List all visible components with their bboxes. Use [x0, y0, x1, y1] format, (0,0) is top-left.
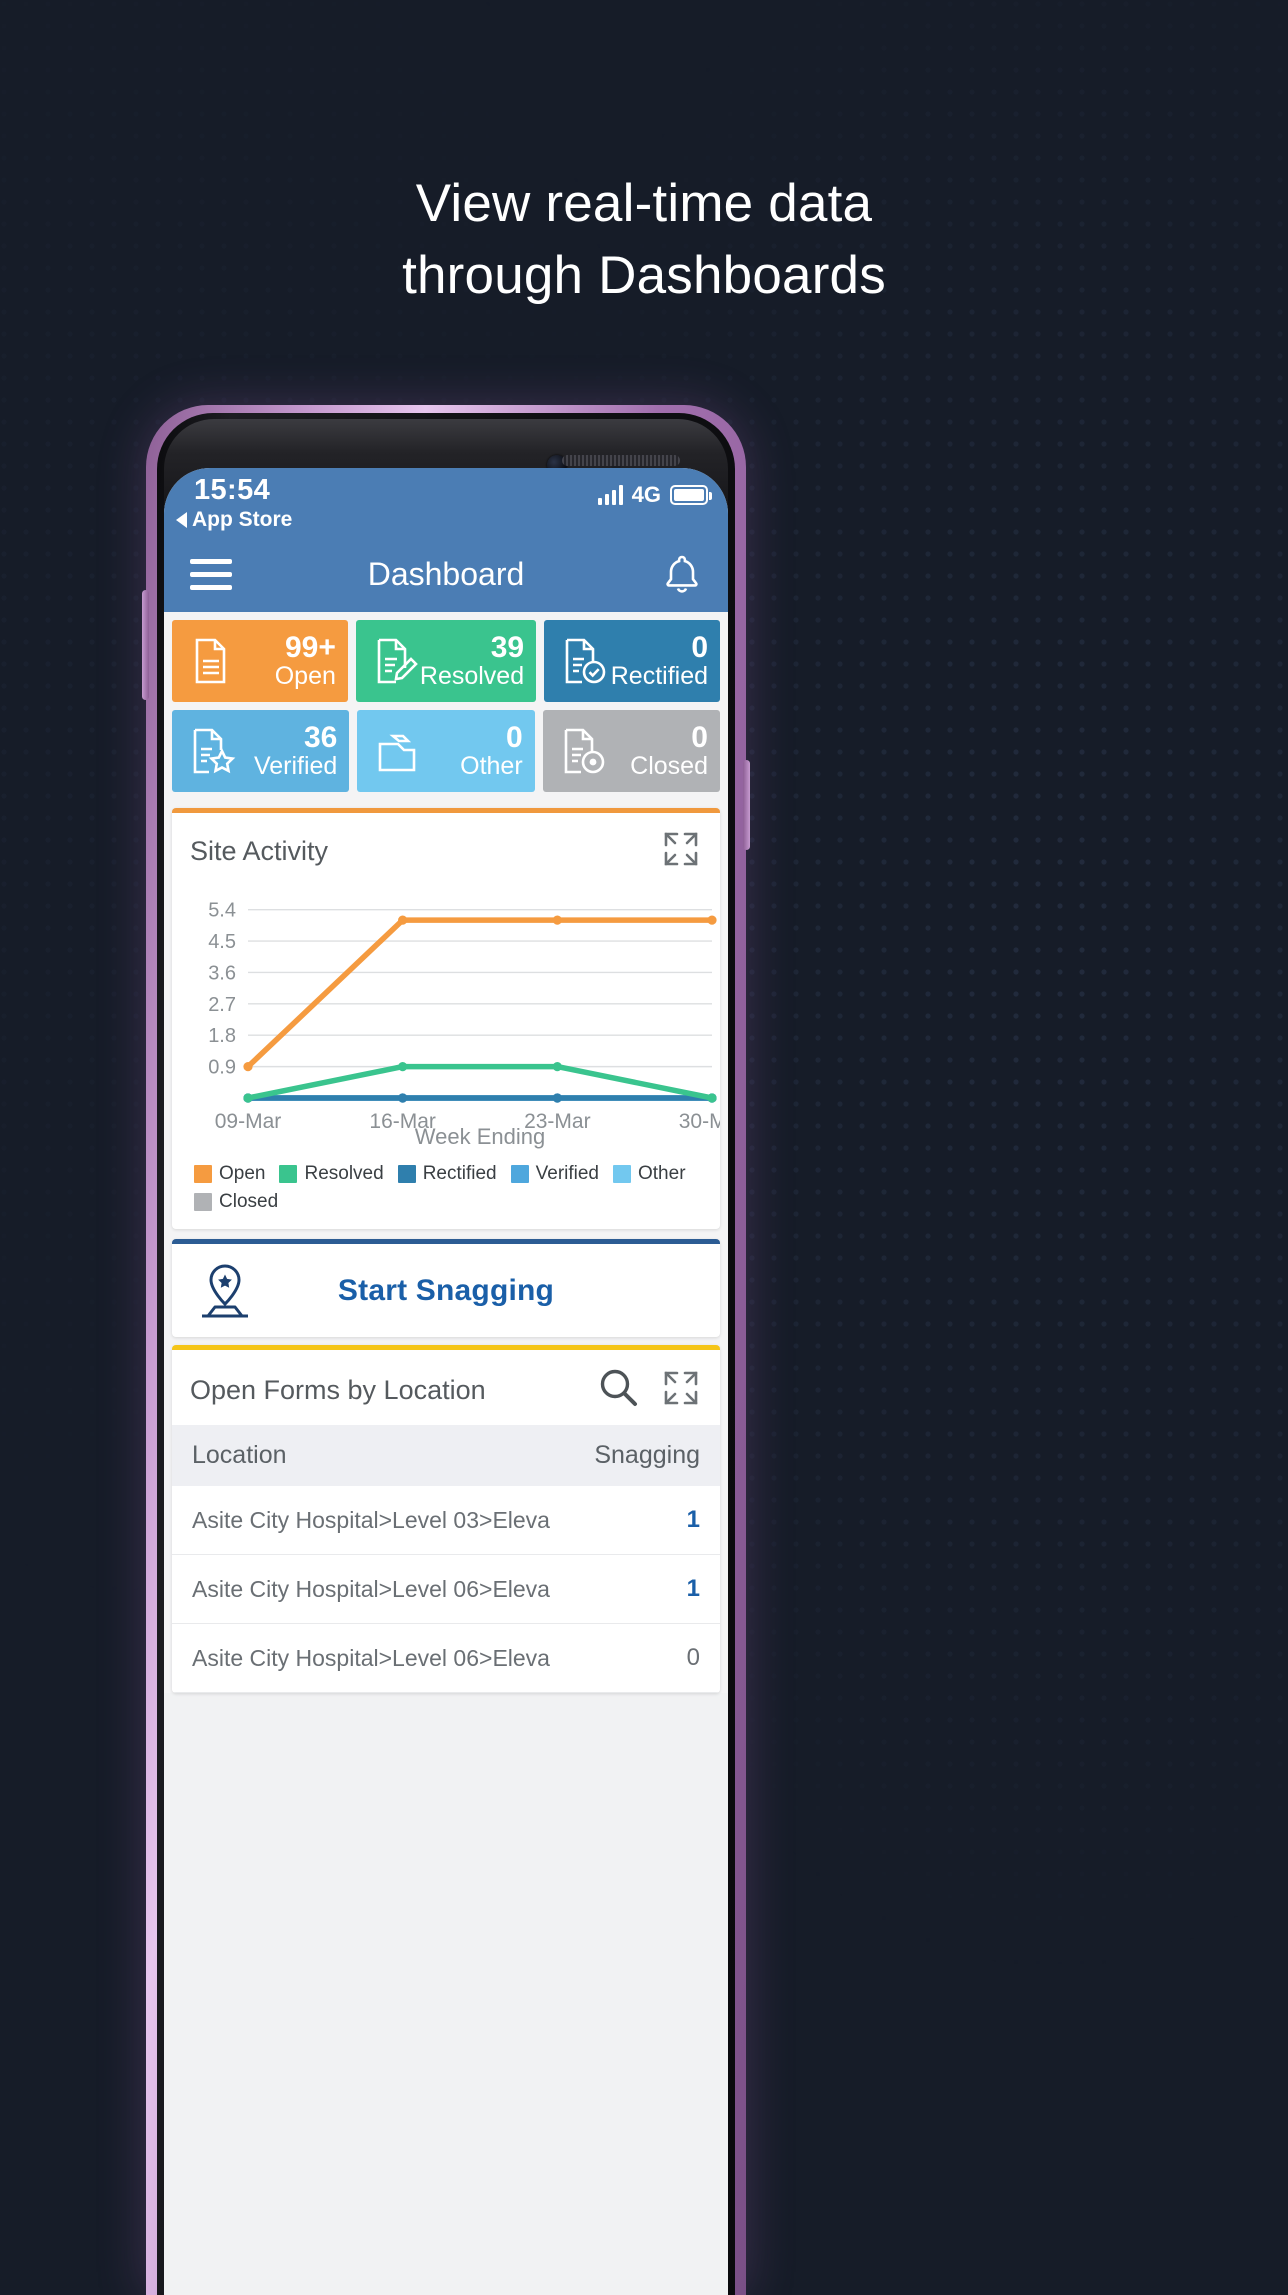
- table-row[interactable]: Asite City Hospital>Level 03>Elevator (3…: [172, 1486, 720, 1555]
- stat-cards-row-1: 99+ Open 39 Resolved 0 Rectified: [164, 620, 728, 710]
- legend-label: Other: [638, 1163, 686, 1184]
- stat-card-closed[interactable]: 0 Closed: [542, 710, 720, 792]
- stat-card-resolved[interactable]: 39 Resolved: [355, 620, 537, 702]
- legend-label: Closed: [219, 1191, 279, 1212]
- svg-text:Week Ending: Week Ending: [415, 1124, 545, 1149]
- site-activity-header: Site Activity: [172, 813, 720, 884]
- document-edit-icon: [368, 634, 420, 688]
- stat-card-other[interactable]: 0 Other: [357, 710, 535, 792]
- app-navbar: Dashboard: [164, 536, 728, 612]
- power-button[interactable]: [743, 760, 750, 850]
- svg-text:09-Mar: 09-Mar: [215, 1110, 282, 1133]
- expand-icon[interactable]: [660, 1368, 702, 1413]
- open-forms-header: Open Forms by Location: [172, 1350, 720, 1425]
- stat-value: 36: [303, 720, 338, 754]
- cell-location: Asite City Hospital>Level 06>Elevator (6…: [192, 1575, 550, 1602]
- legend-label: Rectified: [422, 1163, 497, 1184]
- legend-label: Resolved: [304, 1163, 384, 1184]
- headline-line-2: through Dashboards: [402, 246, 886, 305]
- phone-mockup: 15:54 App Store 4G Dashboard 99+ Open 39…: [142, 405, 750, 2295]
- stat-value: 39: [490, 630, 525, 664]
- table-row[interactable]: Asite City Hospital>Level 06>Elevator (6…: [172, 1624, 720, 1693]
- line-chart: 0.91.82.73.64.55.409-Mar16-Mar23-Mar30-M…: [208, 900, 720, 1149]
- headline-line-1: View real-time data: [415, 174, 873, 233]
- open-forms-title: Open Forms by Location: [190, 1375, 486, 1405]
- svg-text:5.4: 5.4: [208, 900, 236, 922]
- cell-snagging-count: 0: [686, 1644, 700, 1671]
- stat-label: Verified: [253, 751, 338, 780]
- back-label: App Store: [192, 508, 293, 531]
- status-bar: 15:54 App Store 4G: [164, 468, 728, 536]
- site-activity-panel: Site Activity 0.9 1.8 2.7 3.6 4.5 5.4 09-Mar 16…: [172, 808, 720, 1229]
- cell-location: Asite City Hospital>Level 06>Elevator (6…: [192, 1644, 550, 1671]
- cell-location: Asite City Hospital>Level 03>Elevator (3…: [192, 1506, 550, 1533]
- document-star-icon: [184, 724, 236, 778]
- stat-value: 0: [691, 630, 709, 664]
- chart-legend: Open Resolved Rectified Verified Other C…: [172, 1159, 720, 1229]
- svg-text:2.7: 2.7: [208, 994, 236, 1016]
- stat-value: 0: [691, 720, 708, 754]
- status-indicators: 4G: [597, 482, 712, 508]
- legend-item-closed: Closed: [194, 1191, 278, 1213]
- expand-icon[interactable]: [660, 829, 702, 874]
- earpiece-speaker: [562, 455, 680, 466]
- stat-label: Other: [460, 751, 523, 780]
- stat-cards-row-2: 36 Verified 0 Other 0 Closed: [164, 710, 728, 800]
- legend-item-verified: Verified: [510, 1163, 599, 1185]
- bell-icon[interactable]: [662, 553, 702, 595]
- promo-headline: View real-time data through Dashboards: [0, 168, 1288, 312]
- battery-full-icon: [670, 485, 712, 505]
- document-close-icon: [555, 724, 607, 778]
- map-pin-snag-icon: [194, 1262, 256, 1327]
- back-to-app-store-link[interactable]: App Store: [176, 508, 292, 532]
- start-snagging-button[interactable]: Start Snagging: [172, 1239, 720, 1337]
- stat-label: Resolved: [419, 661, 525, 690]
- document-check-icon: [556, 634, 608, 688]
- stat-card-verified[interactable]: 36 Verified: [172, 710, 350, 792]
- volume-button[interactable]: [142, 590, 149, 700]
- cell-snagging-count[interactable]: 1: [550, 1506, 700, 1534]
- site-activity-chart: 0.91.82.73.64.55.409-Mar16-Mar23-Mar30-M…: [172, 884, 720, 1159]
- stat-card-rectified[interactable]: 0 Rectified: [544, 620, 721, 702]
- document-icon: [184, 634, 236, 688]
- network-type-label: 4G: [631, 482, 661, 507]
- stat-label: Closed: [630, 751, 708, 780]
- stat-label: Open: [274, 661, 336, 690]
- back-triangle-icon: [176, 512, 187, 528]
- legend-label: Verified: [535, 1163, 599, 1184]
- stat-card-open[interactable]: 99+ Open: [172, 620, 348, 702]
- svg-text:4.5: 4.5: [208, 931, 236, 953]
- svg-text:30-Mar: 30-Mar: [679, 1110, 720, 1133]
- dashboard-content: 99+ Open 39 Resolved 0 Rectified 36 Veri…: [164, 612, 728, 1693]
- start-snagging-label: Start Snagging: [337, 1273, 555, 1307]
- app-screen: 15:54 App Store 4G Dashboard 99+ Open 39…: [164, 468, 728, 2295]
- hamburger-menu-icon[interactable]: [190, 558, 232, 590]
- search-icon[interactable]: [596, 1366, 640, 1415]
- svg-text:1.8: 1.8: [208, 1025, 236, 1047]
- legend-item-other: Other: [613, 1163, 686, 1185]
- svg-text:3.6: 3.6: [208, 962, 236, 984]
- table-header-row: Location Snagging: [172, 1425, 720, 1486]
- column-header-location: Location: [192, 1441, 287, 1469]
- folder-icon: [369, 724, 421, 778]
- table-row[interactable]: Asite City Hospital>Level 06>Elevator (6…: [172, 1555, 720, 1624]
- cell-snagging-count[interactable]: 1: [550, 1575, 700, 1603]
- status-time: 15:54: [194, 474, 271, 506]
- stat-value: 0: [505, 720, 523, 754]
- site-activity-title: Site Activity: [190, 836, 329, 866]
- open-forms-panel: Open Forms by Location Location Snagging…: [172, 1345, 720, 1693]
- legend-item-rectified: Rectified: [397, 1163, 497, 1185]
- page-title: Dashboard: [367, 555, 525, 592]
- legend-item-open: Open: [194, 1163, 265, 1185]
- column-header-snagging: Snagging: [594, 1441, 700, 1469]
- stat-label: Rectified: [610, 661, 709, 690]
- signal-bars-icon: [597, 485, 623, 505]
- stat-value: 99+: [285, 630, 336, 664]
- legend-item-resolved: Resolved: [279, 1163, 384, 1185]
- svg-text:0.9: 0.9: [208, 1057, 236, 1079]
- legend-label: Open: [219, 1163, 266, 1184]
